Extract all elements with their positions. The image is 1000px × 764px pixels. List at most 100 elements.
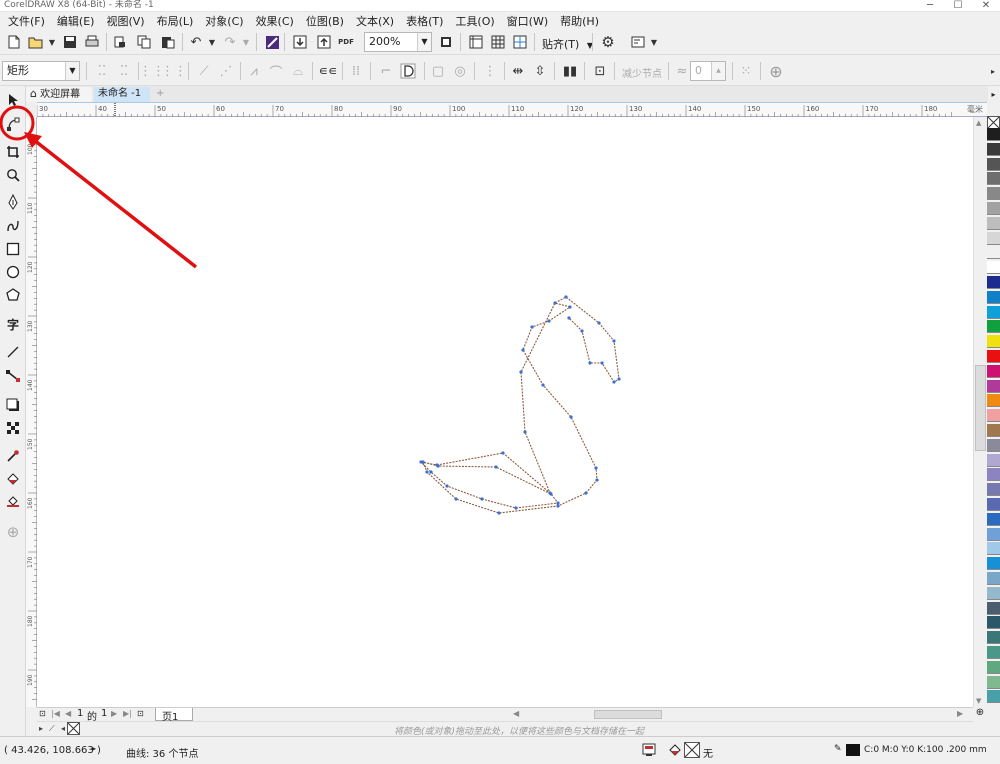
maximize-button[interactable]: ☐: [944, 0, 972, 11]
color-swatch[interactable]: [987, 335, 1000, 349]
color-swatch[interactable]: [987, 187, 1000, 201]
select-all-nodes-icon[interactable]: ⊡: [590, 61, 610, 81]
spinner-icon[interactable]: ▲: [711, 62, 725, 80]
add-node-icon[interactable]: ⁚⁚: [92, 61, 112, 81]
symmetrical-node-icon[interactable]: ⌓: [288, 61, 308, 81]
curve-node[interactable]: [612, 380, 616, 384]
curve-node[interactable]: [497, 511, 501, 515]
curve-node[interactable]: [556, 501, 560, 505]
extend-curve-icon[interactable]: ⁞⁞: [346, 61, 366, 81]
color-swatch[interactable]: [987, 557, 1000, 571]
shape-type-select[interactable]: 矩形 ▼: [2, 61, 80, 81]
curve-node[interactable]: [501, 451, 505, 455]
menu-edit[interactable]: 编辑(E): [51, 13, 101, 29]
curve-node[interactable]: [612, 339, 616, 343]
parallel-dimension-tool-icon[interactable]: [3, 342, 23, 362]
select-curve-nodes-icon[interactable]: ⁙: [736, 61, 756, 81]
page-tab[interactable]: 页1: [155, 708, 194, 723]
color-swatch[interactable]: [987, 512, 1000, 526]
smart-fill-tool-icon[interactable]: [3, 491, 23, 511]
color-swatch[interactable]: [987, 424, 1000, 437]
scroll-down-icon[interactable]: ▼: [976, 697, 981, 705]
menu-window[interactable]: 窗口(W): [501, 13, 554, 29]
text-tool-icon[interactable]: 字: [3, 314, 23, 334]
eyedropper-icon[interactable]: ⟋: [49, 724, 55, 734]
curve-node[interactable]: [547, 319, 551, 323]
vertical-scrollbar[interactable]: ▲ ▼: [973, 117, 987, 707]
menu-bitmaps[interactable]: 位图(B): [300, 13, 350, 29]
outline-pen-icon[interactable]: ✎: [834, 744, 842, 754]
curve-node[interactable]: [594, 466, 598, 470]
color-swatch[interactable]: [987, 690, 1000, 704]
curve-node[interactable]: [553, 301, 557, 305]
swan-curve[interactable]: [420, 296, 620, 514]
menu-help[interactable]: 帮助(H): [554, 13, 605, 29]
color-swatch[interactable]: [987, 542, 1000, 556]
menu-view[interactable]: 视图(V): [100, 13, 150, 29]
color-swatch[interactable]: [987, 276, 1000, 289]
curve-node[interactable]: [421, 460, 425, 464]
options-gear-icon[interactable]: ⚙: [598, 32, 618, 52]
curve-node[interactable]: [436, 464, 440, 468]
curve-node[interactable]: [569, 415, 573, 419]
show-guidelines-icon[interactable]: [510, 32, 530, 52]
menu-tools[interactable]: 工具(O): [449, 13, 500, 29]
quick-customize-icon[interactable]: ⊕: [766, 61, 786, 81]
customize-toolbox-icon[interactable]: ⊕: [3, 522, 23, 542]
zoom-select[interactable]: 200% ▼: [364, 32, 432, 52]
curve-node[interactable]: [514, 506, 518, 510]
scroll-up-icon[interactable]: ▲: [976, 119, 981, 127]
new-document-icon[interactable]: [4, 32, 24, 52]
first-page-icon[interactable]: |◀: [51, 709, 60, 718]
curve-node[interactable]: [600, 361, 604, 365]
curve-node[interactable]: [521, 348, 525, 352]
close-button[interactable]: ✕: [972, 0, 1000, 11]
color-swatch[interactable]: [987, 586, 1000, 600]
convert-to-curve-icon[interactable]: ⋰: [216, 61, 236, 81]
color-swatch[interactable]: [987, 379, 1000, 393]
break-curve-icon[interactable]: ⋮⋮: [161, 61, 187, 81]
color-swatch[interactable]: [987, 261, 1000, 275]
export-icon[interactable]: [314, 32, 334, 52]
menu-layout[interactable]: 布局(L): [151, 13, 200, 29]
cusp-node-icon[interactable]: ⩘: [244, 61, 264, 81]
snap-to-button[interactable]: 贴齐(T) ▼: [542, 36, 593, 52]
paste-icon[interactable]: [158, 32, 178, 52]
add-page-after-icon[interactable]: ⊡: [137, 709, 144, 718]
rotate-nodes-icon[interactable]: ◎: [450, 61, 470, 81]
curve-node[interactable]: [454, 497, 458, 501]
menu-file[interactable]: 文件(F): [2, 13, 51, 29]
color-swatch[interactable]: [987, 142, 1000, 156]
curve-node[interactable]: [564, 295, 568, 299]
color-swatch[interactable]: [987, 483, 1000, 497]
color-swatch[interactable]: [987, 364, 1000, 378]
align-nodes-icon[interactable]: ⋮: [480, 61, 500, 81]
color-swatch[interactable]: [987, 675, 1000, 689]
color-swatch[interactable]: [987, 128, 1000, 141]
extract-subpath-icon[interactable]: ⌐: [376, 61, 396, 81]
show-rulers-icon[interactable]: [466, 32, 486, 52]
scroll-left-icon[interactable]: ◀: [513, 709, 519, 718]
curve-node[interactable]: [595, 478, 599, 482]
menu-object[interactable]: 对象(C): [199, 13, 249, 29]
curve-node[interactable]: [556, 504, 560, 508]
show-grid-icon[interactable]: [488, 32, 508, 52]
open-dropdown-icon[interactable]: ▼: [42, 32, 62, 52]
import-icon[interactable]: [290, 32, 310, 52]
save-icon[interactable]: [60, 32, 80, 52]
color-swatch[interactable]: [987, 468, 1000, 482]
color-swatch[interactable]: [987, 527, 1000, 541]
palette-expand-icon[interactable]: ▸: [987, 90, 1000, 99]
color-swatch[interactable]: [987, 498, 1000, 511]
scroll-right-icon[interactable]: ▶: [957, 709, 963, 718]
transparency-tool-icon[interactable]: [3, 418, 23, 438]
menu-text[interactable]: 文本(X): [350, 13, 400, 29]
color-swatch[interactable]: [987, 246, 1000, 260]
copy-icon[interactable]: [134, 32, 154, 52]
elastic-mode-icon[interactable]: ▮▮: [560, 61, 580, 81]
horizontal-scroll-thumb[interactable]: [594, 710, 662, 719]
convert-to-line-icon[interactable]: ⟋: [194, 61, 214, 81]
curve-node[interactable]: [530, 325, 534, 329]
curve-node[interactable]: [429, 470, 433, 474]
color-swatch[interactable]: [987, 646, 1000, 659]
